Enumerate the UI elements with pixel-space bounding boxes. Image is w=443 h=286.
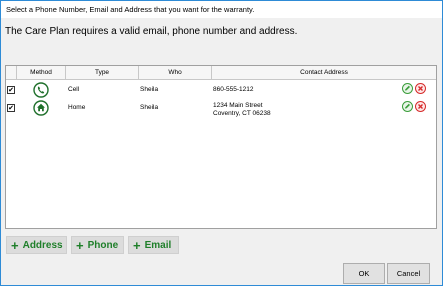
contact-table: Method Type Who Contact Address ✔ Cell S… xyxy=(5,65,437,229)
plus-icon: + xyxy=(133,237,141,253)
home-icon xyxy=(33,100,49,116)
instruction-text: Select a Phone Number, Email and Address… xyxy=(1,1,442,18)
phone-icon xyxy=(33,82,49,98)
add-email-label: Email xyxy=(144,239,172,251)
row-select-checkbox[interactable]: ✔ xyxy=(7,104,15,112)
plus-icon: + xyxy=(76,237,84,253)
delete-icon[interactable] xyxy=(415,101,426,112)
contact-address-line1: 1234 Main Street xyxy=(213,102,263,109)
cancel-button[interactable]: Cancel xyxy=(387,263,430,284)
delete-icon[interactable] xyxy=(415,83,426,94)
add-phone-button[interactable]: + Phone xyxy=(71,236,124,254)
plus-icon: + xyxy=(11,237,19,253)
contact-address: 860-555-1212 xyxy=(213,86,254,93)
column-header-type: Type xyxy=(66,66,139,79)
warranty-contact-dialog: Select a Phone Number, Email and Address… xyxy=(0,0,443,286)
table-row[interactable]: ✔ Home Sheila 1234 Main Street Coventry,… xyxy=(6,100,436,122)
add-phone-label: Phone xyxy=(87,239,119,251)
column-header-method: Method xyxy=(17,66,66,79)
column-header-who: Who xyxy=(139,66,212,79)
contact-who: Sheila xyxy=(140,86,159,93)
contact-type: Cell xyxy=(68,86,80,93)
edit-icon[interactable] xyxy=(402,101,413,112)
contact-who: Sheila xyxy=(140,104,159,111)
table-row[interactable]: ✔ Cell Sheila 860-555-1212 xyxy=(6,82,436,101)
contact-address-line2: Coventry, CT 06238 xyxy=(213,110,271,117)
add-address-label: Address xyxy=(22,239,63,251)
row-select-checkbox[interactable]: ✔ xyxy=(7,86,15,94)
edit-icon[interactable] xyxy=(402,83,413,94)
contact-type: Home xyxy=(68,104,86,111)
ok-button[interactable]: OK xyxy=(343,263,385,284)
table-header: Method Type Who Contact Address xyxy=(6,66,436,80)
column-header-contact-address: Contact Address xyxy=(300,69,348,76)
add-email-button[interactable]: + Email xyxy=(128,236,179,254)
select-column-header xyxy=(6,66,17,79)
care-plan-message: The Care Plan requires a valid email, ph… xyxy=(5,26,298,37)
add-address-button[interactable]: + Address xyxy=(6,236,67,254)
